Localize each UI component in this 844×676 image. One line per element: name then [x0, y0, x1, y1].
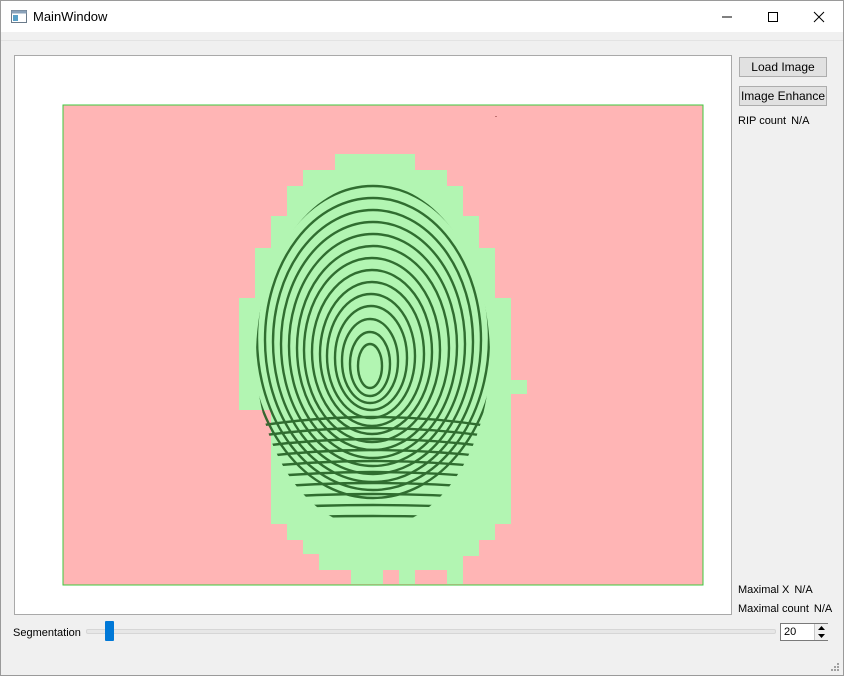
minimize-button[interactable] [704, 1, 750, 32]
close-button[interactable] [796, 1, 842, 32]
maximal-x-value: N/A [794, 584, 813, 596]
fingerprint-image [62, 104, 704, 586]
segmentation-slider-handle[interactable] [105, 621, 114, 641]
maximal-count-row: Maximal count N/A [738, 603, 832, 615]
menu-bar [1, 32, 843, 41]
rip-count-value: N/A [791, 115, 810, 127]
load-image-button[interactable]: Load Image [739, 57, 827, 77]
image-view[interactable] [14, 55, 732, 615]
maximal-x-label: Maximal X [738, 584, 790, 596]
segmentation-slider-track[interactable] [86, 629, 776, 634]
image-enhance-button[interactable]: Image Enhance [739, 86, 827, 106]
app-window-icon [11, 10, 27, 23]
minimize-icon [722, 16, 732, 18]
segmentation-spinbox-value[interactable]: 20 [784, 626, 796, 638]
chevron-up-icon [818, 626, 825, 630]
maximal-x-row: Maximal X N/A [738, 584, 813, 596]
segmentation-spinbox[interactable]: 20 [780, 623, 828, 641]
title-bar[interactable]: MainWindow [1, 1, 843, 32]
maximal-count-label: Maximal count [738, 603, 809, 615]
rip-count-label: RIP count [738, 115, 787, 127]
resize-grip-icon[interactable] [828, 660, 840, 672]
window-title: MainWindow [33, 9, 108, 24]
maximal-count-value: N/A [813, 603, 833, 615]
maximize-icon [768, 12, 778, 22]
spin-down-button[interactable] [814, 632, 828, 640]
rip-count-row: RIP count N/A [738, 115, 809, 127]
chevron-down-icon [818, 634, 825, 638]
close-icon [813, 11, 825, 23]
segmentation-label: Segmentation [13, 627, 81, 639]
maximize-button[interactable] [750, 1, 796, 32]
